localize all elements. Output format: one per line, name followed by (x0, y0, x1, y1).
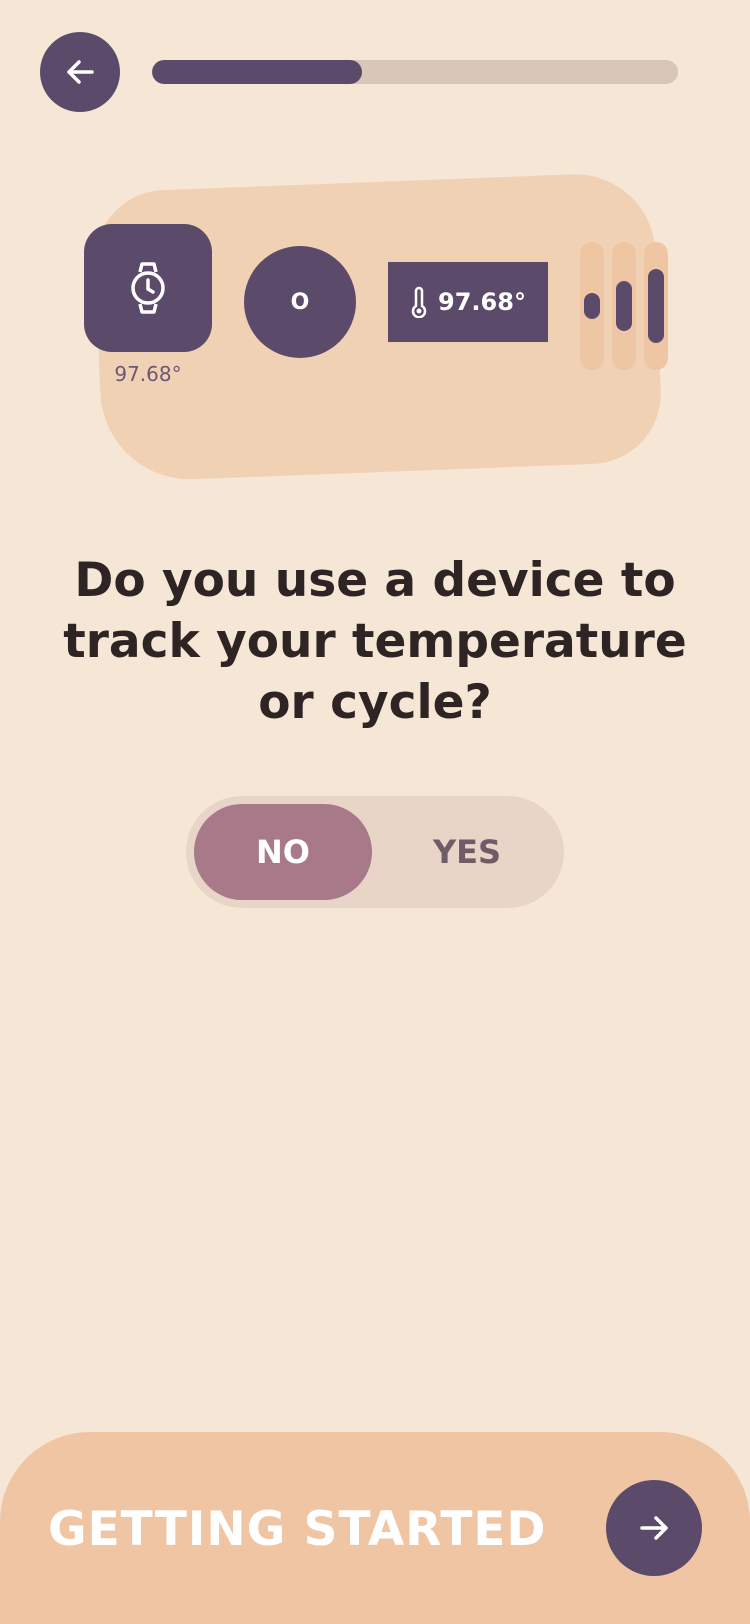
next-button[interactable] (606, 1480, 702, 1576)
watch-icon (131, 262, 165, 314)
device-illustration: 97.68° O 97.68° (0, 0, 750, 500)
arrow-right-icon (640, 1516, 668, 1540)
watch-temperature-caption: 97.68° (114, 362, 182, 386)
question-title: Do you use a device to track your temper… (63, 553, 687, 730)
footer-title: GETTING STARTED (48, 1502, 547, 1557)
yes-no-toggle: NO YES (186, 796, 564, 908)
watch-tile (84, 224, 212, 352)
ring-label: O (290, 289, 310, 315)
no-option-button[interactable]: NO (194, 804, 372, 900)
signal-bar-large (644, 242, 668, 370)
yes-option-button[interactable]: YES (378, 804, 556, 900)
signal-bar-small (580, 242, 604, 370)
thermometer-icon (411, 286, 427, 318)
ring-tile: O (244, 246, 356, 358)
thermometer-tile: 97.68° (388, 262, 548, 342)
thermometer-reading: 97.68° (438, 288, 526, 316)
signal-bars (580, 242, 668, 370)
signal-bar-medium (612, 242, 636, 370)
